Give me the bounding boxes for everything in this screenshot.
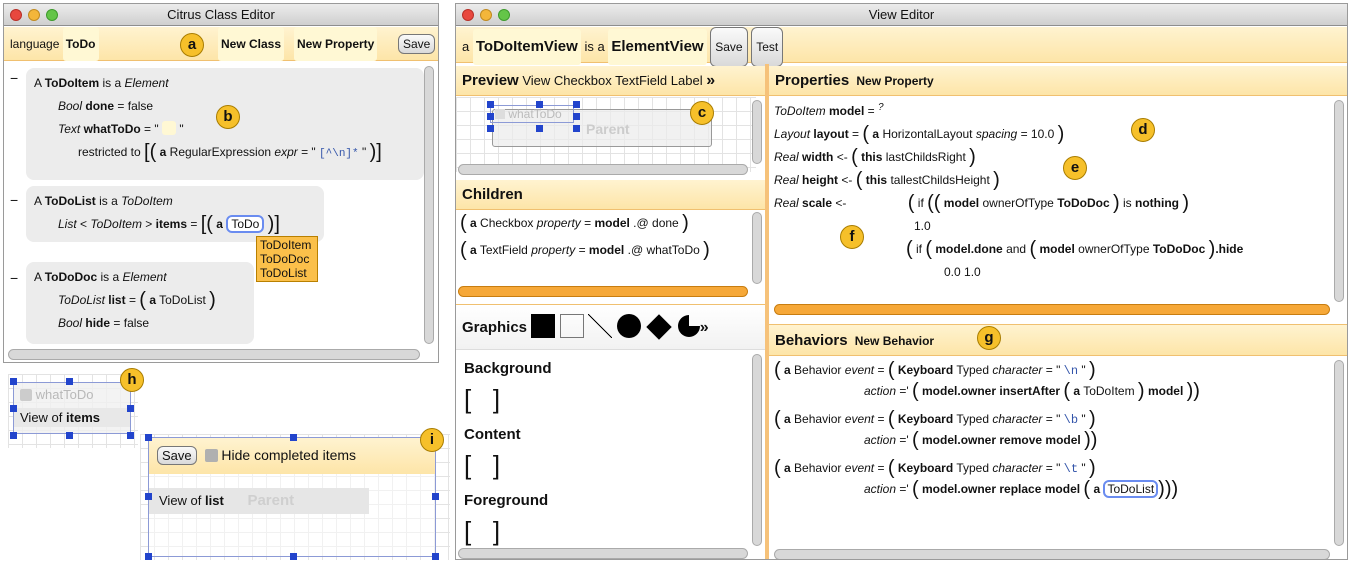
behaviors-header: Behaviors New Behavior	[769, 324, 1347, 356]
zoom-icon[interactable]	[498, 9, 510, 21]
left-title-bar[interactable]: Citrus Class Editor	[4, 4, 438, 26]
child-row[interactable]: ( a Checkbox property = model .@ done )	[460, 210, 754, 237]
view-editor-window: View Editor a ToDoItemView is a ElementV…	[455, 3, 1348, 560]
language-field[interactable]: ToDo	[62, 27, 99, 61]
close-icon[interactable]	[462, 9, 474, 21]
language-label: language	[10, 37, 60, 51]
new-class-button[interactable]: New Class	[218, 27, 285, 61]
collapse-toggle[interactable]: −	[10, 270, 18, 286]
citrus-class-editor-window: Citrus Class Editor language ToDo New Cl…	[3, 3, 439, 363]
done-value[interactable]: false	[128, 99, 153, 113]
checkbox-label: Hide completed items	[221, 447, 357, 463]
behavior-item[interactable]: ( a Behavior event = ( Keyboard Typed ch…	[774, 458, 1330, 499]
class-name[interactable]: ToDoItem	[45, 76, 99, 90]
annotation-badge: h	[120, 368, 144, 392]
children-header: Children	[456, 180, 765, 210]
left-window-title: Citrus Class Editor	[167, 7, 275, 22]
hide-completed-checkbox[interactable]	[204, 449, 218, 462]
behavior-type-input[interactable]: ToDoList	[1103, 480, 1159, 498]
dropdown-option[interactable]: ToDoList	[260, 266, 314, 280]
zoom-icon[interactable]	[46, 9, 58, 21]
new-behavior-button[interactable]: New Behavior	[852, 325, 937, 357]
properties-hscroll[interactable]	[774, 304, 1330, 315]
annotation-badge: d	[1131, 118, 1155, 142]
minimize-icon[interactable]	[480, 9, 492, 21]
collapse-toggle[interactable]: −	[10, 192, 18, 208]
view-name-field[interactable]: ToDoItemView	[472, 29, 581, 65]
annotation-badge: b	[216, 105, 240, 129]
preview-h-view[interactable]: whatToDo View of items	[13, 382, 131, 434]
content-drop-area[interactable]: [ ]	[464, 450, 500, 481]
whattodo-field[interactable]	[161, 121, 176, 135]
tab-textfield[interactable]: TextField	[615, 73, 667, 88]
behaviors-hscroll[interactable]	[774, 549, 1330, 559]
properties-list: ToDoItem model = ? Layout layout = ( a H…	[774, 102, 1244, 279]
tab-checkbox[interactable]: Checkbox	[554, 73, 612, 88]
tab-view[interactable]: View	[522, 73, 550, 88]
tab-label[interactable]: Label	[671, 73, 703, 88]
preview-hscroll[interactable]	[458, 164, 748, 175]
left-horizontal-scrollbar[interactable]	[8, 349, 420, 360]
class-todolist: A ToDoList is a ToDoItem List < ToDoItem…	[26, 186, 324, 242]
graphics-scrollbar[interactable]	[752, 354, 762, 546]
more-shapes-icon[interactable]: »	[700, 319, 709, 336]
annotation-badge: e	[1063, 156, 1087, 180]
right-window-title: View Editor	[868, 7, 935, 22]
background-section: Background	[464, 360, 552, 377]
properties-scrollbar[interactable]	[1334, 100, 1344, 302]
left-toolbar: language ToDo New Class New Property Sav…	[4, 27, 438, 61]
foreground-drop-area[interactable]: [ ]	[464, 516, 500, 547]
preview-save-button[interactable]: Save	[157, 446, 197, 465]
children-list: ( a Checkbox property = model .@ done ) …	[458, 210, 754, 264]
graphics-header: Graphics »	[456, 304, 765, 350]
graphics-hscroll[interactable]	[458, 548, 748, 559]
behaviors-scrollbar[interactable]	[1334, 360, 1344, 546]
left-vertical-scrollbar[interactable]	[424, 66, 434, 344]
new-property-button[interactable]: New Property	[853, 66, 936, 96]
annotation-badge: f	[840, 225, 864, 249]
more-tabs-icon[interactable]: »	[706, 72, 715, 89]
behaviors-list: ( a Behavior event = ( Keyboard Typed ch…	[774, 356, 1330, 499]
test-button[interactable]: Test	[751, 27, 784, 67]
collapse-toggle[interactable]: −	[10, 70, 18, 86]
properties-header: Properties New Property	[769, 66, 1347, 96]
children-scrollbar[interactable]	[752, 212, 762, 284]
preview-i-view[interactable]: Save Hide completed items View of list P…	[148, 437, 436, 557]
save-button[interactable]: Save	[398, 34, 436, 54]
rect-outline-icon[interactable]	[559, 314, 584, 338]
dropdown-option[interactable]: ToDoItem	[260, 238, 314, 252]
content-section: Content	[464, 426, 521, 443]
circle-icon[interactable]	[616, 314, 641, 338]
background-drop-area[interactable]: [ ]	[464, 384, 500, 415]
new-property-button[interactable]: New Property	[294, 27, 378, 61]
preview-scrollbar[interactable]	[752, 100, 762, 164]
view-base-field[interactable]: ElementView	[608, 29, 707, 65]
preview-checkbox[interactable]: whatToDo	[490, 105, 574, 123]
dropdown-option[interactable]: ToDoDoc	[260, 252, 314, 266]
foreground-section: Foreground	[464, 492, 549, 509]
minimize-icon[interactable]	[28, 9, 40, 21]
class-tododoc: A ToDoDoc is a Element ToDoList list = (…	[26, 262, 254, 344]
children-hscroll[interactable]	[458, 286, 748, 297]
save-button[interactable]: Save	[710, 27, 748, 67]
rect-fill-icon[interactable]	[531, 314, 556, 338]
annotation-badge: c	[690, 101, 714, 125]
annotation-badge: i	[420, 428, 444, 452]
behavior-item[interactable]: ( a Behavior event = ( Keyboard Typed ch…	[774, 360, 1330, 401]
preview-header: Preview View Checkbox TextField Label »	[456, 66, 765, 96]
diamond-icon[interactable]	[646, 314, 673, 340]
right-title-bar[interactable]: View Editor	[456, 4, 1347, 26]
right-toolbar: a ToDoItemView is a ElementView Save Tes…	[456, 27, 1347, 67]
close-icon[interactable]	[10, 9, 22, 21]
annotation-badge: a	[180, 33, 204, 57]
annotation-badge: g	[977, 326, 1001, 350]
line-icon[interactable]	[588, 314, 613, 338]
behavior-item[interactable]: ( a Behavior event = ( Keyboard Typed ch…	[774, 409, 1330, 450]
type-autocomplete-input[interactable]: ToDo	[226, 215, 265, 233]
child-row[interactable]: ( a TextField property = model .@ whatTo…	[460, 237, 754, 264]
pie-icon[interactable]	[677, 315, 700, 337]
autocomplete-dropdown: ToDoItem ToDoDoc ToDoList	[256, 236, 318, 282]
